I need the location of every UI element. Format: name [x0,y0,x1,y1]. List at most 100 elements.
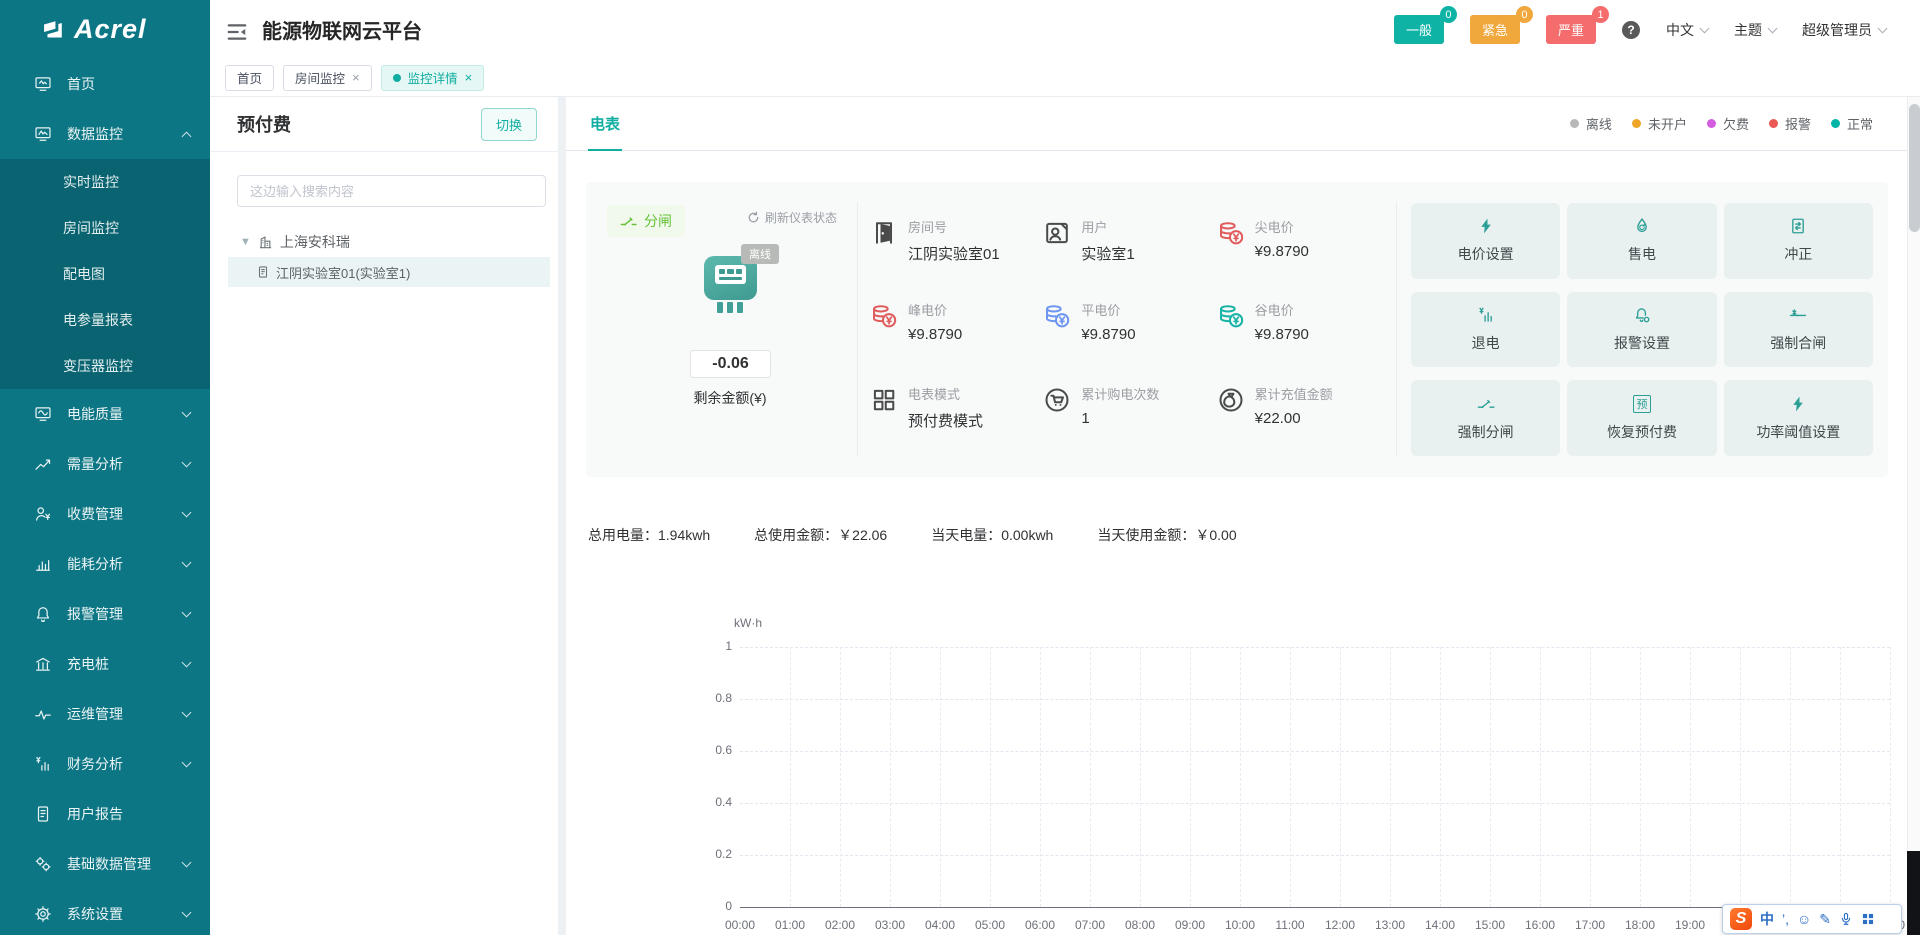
action-power-threshold-button[interactable]: 功率阈值设置 [1724,380,1873,456]
h-gridline [740,647,1890,648]
action-restore-prepay-button[interactable]: 预恢复预付费 [1567,380,1716,456]
language-dropdown[interactable]: 中文 [1666,20,1708,40]
trip-switch-label: 分闸 [644,211,672,231]
sidebar-subitem-2[interactable]: 实时监控 [0,159,210,205]
caret-down-icon[interactable]: ▼ [240,236,251,248]
tree-node-label: 江阴实验室01(实验室1) [276,263,410,282]
legend-dot-icon [1632,119,1641,128]
v-gridline [1790,647,1791,907]
close-switch-icon [1789,306,1807,324]
sidebar-item-14[interactable]: 财务分析 [0,739,210,789]
fee-management-icon [34,505,52,523]
trip-switch-button[interactable]: 分闸 [607,205,685,237]
v-gridline [1640,647,1641,907]
y-axis-tick: 0.8 [688,691,732,705]
x-axis-tick: 13:00 [1375,918,1405,932]
x-axis-tick: 17:00 [1575,918,1605,932]
sidebar-item-8[interactable]: 需量分析 [0,439,210,489]
sidebar-item-10[interactable]: 能耗分析 [0,539,210,589]
sidebar-subitem-4[interactable]: 配电图 [0,251,210,297]
sidebar-item-label: 需量分析 [67,454,123,474]
y-axis-tick: 0.2 [688,847,732,861]
v-gridline [1090,647,1091,907]
switch-button[interactable]: 切换 [481,108,537,141]
chevron-down-icon [182,608,192,618]
action-label: 功率阈值设置 [1756,422,1840,442]
sidebar-item-label: 系统设置 [67,904,123,924]
legend-item-4: 正常 [1831,114,1873,133]
action-close-switch-button[interactable]: 强制合闸 [1724,292,1873,368]
sogou-logo-icon[interactable]: S [1730,908,1752,930]
field-value: 预付费模式 [908,410,983,431]
action-reversal-button[interactable]: 冲正 [1724,203,1873,279]
data-monitor-icon [34,125,52,143]
x-axis-tick: 18:00 [1625,918,1655,932]
close-tab-icon[interactable]: × [352,70,360,85]
action-refund-button[interactable]: 退电 [1411,292,1560,368]
close-tab-icon[interactable]: × [465,70,473,85]
breadcrumb-tab-2[interactable]: 监控详情× [381,65,485,91]
action-label: 报警设置 [1614,333,1670,353]
pinyin-indicator-icon[interactable]: 中 [1760,912,1774,926]
scrollbar-bottom-block [1907,851,1920,935]
stat-2: 当天电量：0.00kwh [931,525,1053,545]
theme-dropdown[interactable]: 主题 [1734,20,1776,40]
action-sell-button[interactable]: 售电 [1567,203,1716,279]
action-label: 恢复预付费 [1607,422,1677,442]
meter-field-4: 平电价¥9.8790 [1043,288,1216,371]
stat-1: 总使用金额：￥22.06 [754,525,887,545]
field-label: 峰电价 [908,300,962,319]
ops-management-icon [34,705,52,723]
help-icon[interactable]: ? [1622,21,1640,39]
meter-field-1: 用户实验室1 [1043,205,1216,288]
sidebar-item-1[interactable]: 数据监控 [0,109,210,159]
action-zap-button[interactable]: 电价设置 [1411,203,1560,279]
action-open-switch-button[interactable]: 强制分闸 [1411,380,1560,456]
sidebar-item-9[interactable]: 收费管理 [0,489,210,539]
x-axis-tick: 14:00 [1425,918,1455,932]
vertical-scrollbar[interactable] [1907,97,1920,935]
breadcrumb-tab-1[interactable]: 房间监控× [283,65,372,91]
coins-icon [1043,302,1071,330]
x-axis-tick: 05:00 [975,918,1005,932]
tab-meter[interactable]: 电表 [588,97,622,150]
sidebar-item-15[interactable]: 用户报告 [0,789,210,839]
tree-node-company[interactable]: ▼ 上海安科瑞 [210,227,558,257]
action-label: 冲正 [1784,244,1812,264]
user-dropdown[interactable]: 超级管理员 [1802,20,1886,40]
sidebar-item-7[interactable]: 电能质量 [0,389,210,439]
sidebar-item-0[interactable]: 首页 [0,59,210,109]
stat-label: 当天使用金额： [1097,527,1195,543]
alarm-badge-0[interactable]: 一般0 [1394,15,1444,44]
sidebar-item-16[interactable]: 基础数据管理 [0,839,210,889]
legend-item-2: 欠费 [1707,114,1749,133]
sidebar-subitem-6[interactable]: 变压器监控 [0,343,210,389]
legend-dot-icon [1769,119,1778,128]
sidebar-subitem-5[interactable]: 电参量报表 [0,297,210,343]
emoji-icon[interactable]: ☺ [1797,912,1811,926]
keyboard-icon[interactable] [1861,912,1875,926]
power-threshold-icon [1789,395,1807,413]
tree-node-room-selected[interactable]: 江阴实验室01(实验室1) [228,257,550,287]
action-alarm-setting-button[interactable]: 报警设置 [1567,292,1716,368]
sidebar-item-13[interactable]: 运维管理 [0,689,210,739]
sidebar-item-12[interactable]: 充电桩 [0,639,210,689]
scrollbar-thumb[interactable] [1909,104,1920,232]
meter-field-2: 尖电价¥9.8790 [1217,205,1390,288]
sidebar-subitem-3[interactable]: 房间监控 [0,205,210,251]
voice-icon[interactable] [1839,912,1853,926]
user-report-icon [34,805,52,823]
collapse-menu-icon[interactable] [226,21,248,39]
x-axis-tick: 11:00 [1275,918,1304,932]
restore-prepay-icon: 预 [1633,395,1651,413]
sidebar-item-17[interactable]: 系统设置 [0,889,210,935]
sidebar-item-11[interactable]: 报警管理 [0,589,210,639]
alarm-badge-2[interactable]: 严重1 [1546,15,1596,44]
handwriting-icon[interactable]: ✎ [1819,912,1831,926]
breadcrumb-tab-0[interactable]: 首页 [225,65,274,91]
search-input[interactable] [237,175,546,207]
meter-doc-icon [256,265,270,279]
tone-icon[interactable]: ’, [1782,912,1789,926]
alarm-badge-1[interactable]: 紧急0 [1470,15,1520,44]
refresh-meter-status[interactable]: 刷新仪表状态 [747,209,837,226]
